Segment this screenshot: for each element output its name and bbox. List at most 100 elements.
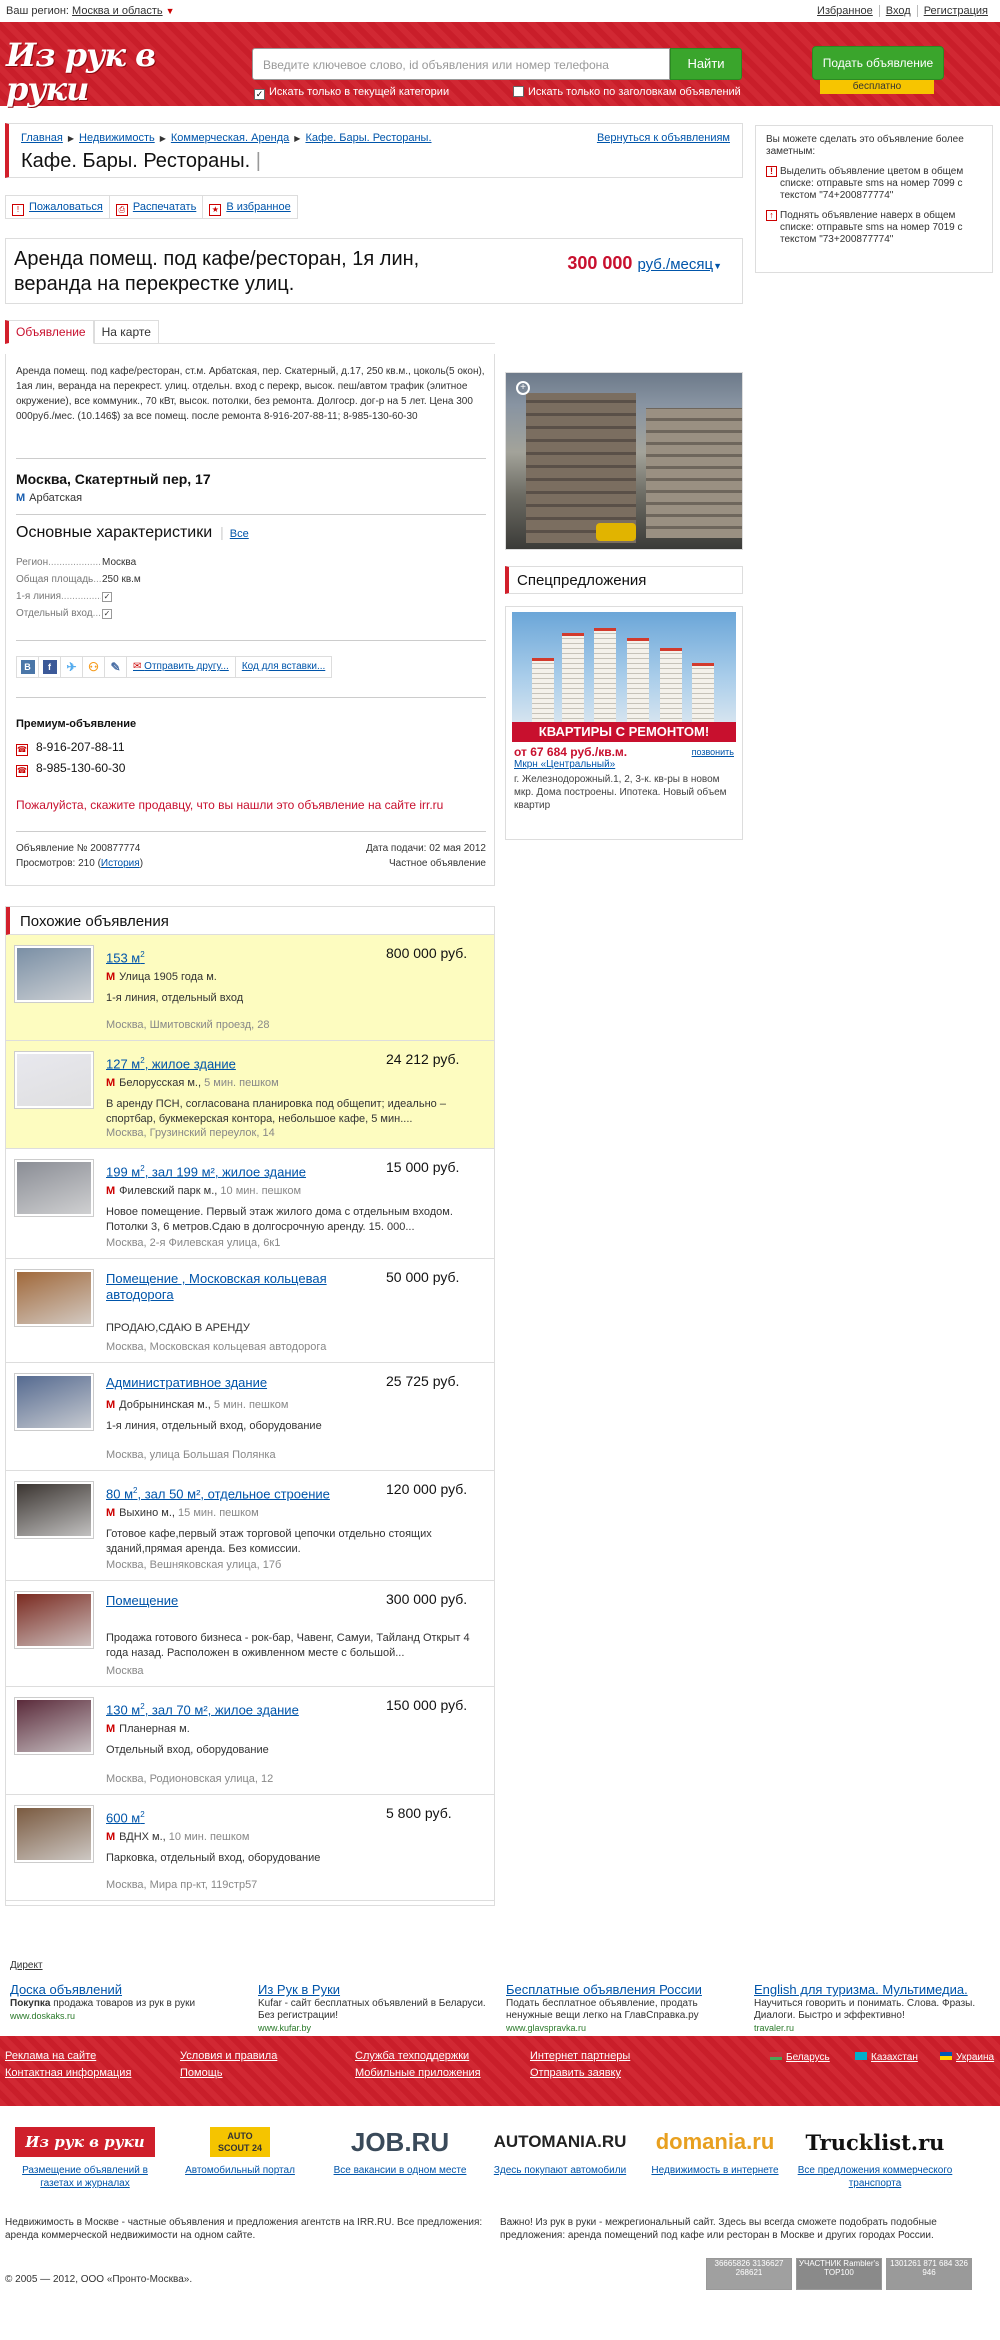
zoom-icon[interactable]: +: [516, 381, 530, 395]
breadcrumb-cafe[interactable]: Кафе. Бары. Рестораны.: [305, 132, 431, 144]
ad-link[interactable]: Мкрн «Центральный»: [514, 759, 615, 770]
similar-listing-item[interactable]: 153 м2 800 000 руб. M Улица 1905 года м. 1-я…: [6, 935, 494, 1041]
similar-listing-item[interactable]: 600 м2 5 800 руб. M ВДНХ м., 10 мин. пешком…: [6, 1795, 494, 1901]
similar-listing-item[interactable]: 80 м2, зал 50 м², отдельное строение 120 …: [6, 1471, 494, 1581]
site-logo[interactable]: Из рук в руки www.irr.ru: [6, 38, 178, 120]
favorites-link[interactable]: Избранное: [811, 5, 879, 17]
favorite-button[interactable]: ★ В избранное: [203, 196, 296, 218]
back-to-ads-link[interactable]: Вернуться к объявлениям: [597, 132, 730, 144]
footer-mobile-link[interactable]: Мобильные приложения: [355, 2067, 481, 2079]
partner-automania[interactable]: AUTOMANIA.RU Здесь покупают автомобили: [480, 2120, 640, 2177]
country-kazakhstan[interactable]: Казахстан: [855, 2052, 918, 2063]
breadcrumb-home[interactable]: Главная: [21, 132, 63, 144]
register-link[interactable]: Регистрация: [916, 5, 994, 17]
listing-thumbnail[interactable]: [14, 1051, 94, 1109]
post-ad-button[interactable]: Подать объявление: [812, 46, 944, 80]
print-button[interactable]: ⎙ Распечатать: [110, 196, 204, 218]
listing-link[interactable]: Административное здание: [106, 1375, 376, 1391]
search-input[interactable]: Введите ключевое слово, id объявления ил…: [252, 48, 670, 80]
breadcrumb-commercial[interactable]: Коммерческая. Аренда: [171, 132, 289, 144]
checkbox-checked-icon[interactable]: ✓: [254, 89, 265, 100]
partner-jobru[interactable]: JOB.RU Все вакансии в одном месте: [320, 2120, 480, 2177]
listing-link[interactable]: 600 м2: [106, 1807, 376, 1826]
footer-terms-link[interactable]: Условия и правила: [180, 2050, 277, 2062]
check-titles[interactable]: Искать только по заголовкам объявлений: [513, 86, 741, 98]
listing-link[interactable]: Помещение: [106, 1593, 376, 1609]
phone-1[interactable]: ☎ 8-916-207-88-11: [16, 740, 125, 756]
prop-row: 1-я линия✓: [16, 588, 166, 605]
partner-trucklist[interactable]: Trucklist.ru Все предложения коммерческог…: [795, 2120, 955, 2190]
counter-badge[interactable]: УЧАСТНИК Rambler's TOP100: [796, 2258, 882, 2290]
listing-thumbnail[interactable]: [14, 1697, 94, 1755]
breadcrumb-realty[interactable]: Недвижимость: [79, 132, 155, 144]
direct-ad[interactable]: Бесплатные объявления России Подать беспл…: [506, 1982, 746, 2034]
footer-partners-link[interactable]: Интернет партнеры: [530, 2050, 630, 2062]
counter-badge[interactable]: 1301261 871 684 326 946: [886, 2258, 972, 2290]
history-link[interactable]: История: [101, 858, 140, 869]
country-belarus[interactable]: Беларусь: [770, 2052, 830, 2063]
odnoklassniki-icon[interactable]: ⚇: [83, 657, 105, 677]
footer-request-link[interactable]: Отправить заявку: [530, 2067, 621, 2079]
search-button[interactable]: Найти: [670, 48, 742, 80]
direct-ad[interactable]: English для туризма. Мультимедиа. Научить…: [754, 1982, 994, 2034]
facebook-icon[interactable]: f: [39, 657, 61, 677]
region-value[interactable]: Москва и область: [72, 5, 163, 17]
partner-domania[interactable]: domania.ru Недвижимость в интернете: [640, 2120, 790, 2177]
listing-thumbnail[interactable]: [14, 1591, 94, 1649]
country-ukraine[interactable]: Украина: [940, 2052, 994, 2063]
similar-listing-item[interactable]: Помещение 300 000 руб. Продажа готового би…: [6, 1581, 494, 1687]
listing-photo[interactable]: +: [505, 372, 743, 550]
listing-link[interactable]: 130 м2, зал 70 м², жилое здание: [106, 1699, 376, 1718]
partner-autoscout[interactable]: AUTO SCOUT 24 Автомобильный портал: [170, 2120, 310, 2177]
similar-listing-item[interactable]: Помещение , Московская кольцевая автодор…: [6, 1259, 494, 1363]
region-selector[interactable]: Ваш регион: Москва и область ▼: [6, 5, 175, 17]
check-category[interactable]: ✓ Искать только в текущей категории: [254, 86, 449, 100]
footer-support-link[interactable]: Служба техподдержки: [355, 2050, 469, 2062]
chevron-down-icon[interactable]: ▼: [166, 6, 175, 16]
listing-thumbnail[interactable]: [14, 1269, 94, 1327]
embed-code-link[interactable]: Код для вставки...: [236, 657, 331, 677]
listing-thumbnail[interactable]: [14, 1805, 94, 1863]
listing-link[interactable]: Помещение , Московская кольцевая автодор…: [106, 1271, 376, 1303]
tab-map[interactable]: На карте: [93, 320, 159, 344]
tab-listing[interactable]: Объявление: [5, 320, 94, 344]
listing-link[interactable]: 127 м2, жилое здание: [106, 1053, 376, 1072]
listing-link[interactable]: 153 м2: [106, 947, 376, 966]
ad-call-link[interactable]: позвонить: [692, 747, 734, 757]
direct-ad[interactable]: Из Рук в Руки Kufar - сайт бесплатных объ…: [258, 1982, 498, 2034]
vkontakte-icon[interactable]: В: [17, 657, 39, 677]
checkbox-icon[interactable]: [513, 86, 524, 97]
listing-thumbnail[interactable]: [14, 1481, 94, 1539]
all-characteristics-link[interactable]: Все: [230, 528, 249, 540]
phone-2[interactable]: ☎ 8-985-130-60-30: [16, 761, 125, 777]
similar-listing-item[interactable]: 127 м2, жилое здание 24 212 руб. M Белорусс…: [6, 1041, 494, 1149]
bookmark-icon[interactable]: ✎: [105, 657, 127, 677]
listing-thumbnail[interactable]: [14, 945, 94, 1003]
direct-ad[interactable]: Доска объявлений Покупка продажа товаров …: [10, 1982, 250, 2022]
logo-text: Из рук в руки: [6, 36, 156, 108]
send-to-friend-link[interactable]: ✉ Отправить другу...: [127, 657, 236, 677]
direct-label[interactable]: Директ: [10, 1960, 43, 1971]
listing-link[interactable]: 80 м2, зал 50 м², отдельное строение: [106, 1483, 376, 1502]
complain-button[interactable]: ! Пожаловаться: [6, 196, 110, 218]
promote-intro: Вы можете сделать это объявление более з…: [766, 134, 964, 157]
footer-ads-link[interactable]: Реклама на сайте: [5, 2050, 96, 2062]
chevron-down-icon[interactable]: ▼: [713, 261, 722, 271]
listing-thumbnail[interactable]: [14, 1373, 94, 1431]
partner-irr[interactable]: Из рук в руки Размещение объявлений в газ…: [10, 2120, 160, 2190]
similar-listing-item[interactable]: 199 м2, зал 199 м², жилое здание 15 000 р…: [6, 1149, 494, 1259]
similar-title: Похожие объявления: [6, 907, 494, 935]
metro-icon: M: [16, 492, 26, 504]
footer-contacts-link[interactable]: Контактная информация: [5, 2067, 131, 2079]
similar-listing-item[interactable]: 130 м2, зал 70 м², жилое здание 150 000 р…: [6, 1687, 494, 1795]
special-offer-ad[interactable]: КВАРТИРЫ С РЕМОНТОМ! от 67 684 руб./кв.м…: [505, 606, 743, 840]
counter-badge[interactable]: 36665826 3136627 268621: [706, 2258, 792, 2290]
currency-selector[interactable]: руб./месяц: [637, 256, 713, 273]
similar-listing-item[interactable]: Административное здание 25 725 руб. M Добры…: [6, 1363, 494, 1471]
twitter-icon[interactable]: ✈: [61, 657, 83, 677]
listing-link[interactable]: 199 м2, зал 199 м², жилое здание: [106, 1161, 376, 1180]
footer-help-link[interactable]: Помощь: [180, 2067, 223, 2079]
listing-thumbnail[interactable]: [14, 1159, 94, 1217]
login-link[interactable]: Вход: [878, 5, 917, 17]
top-bar: Ваш регион: Москва и область ▼ Избранное…: [0, 0, 1000, 22]
